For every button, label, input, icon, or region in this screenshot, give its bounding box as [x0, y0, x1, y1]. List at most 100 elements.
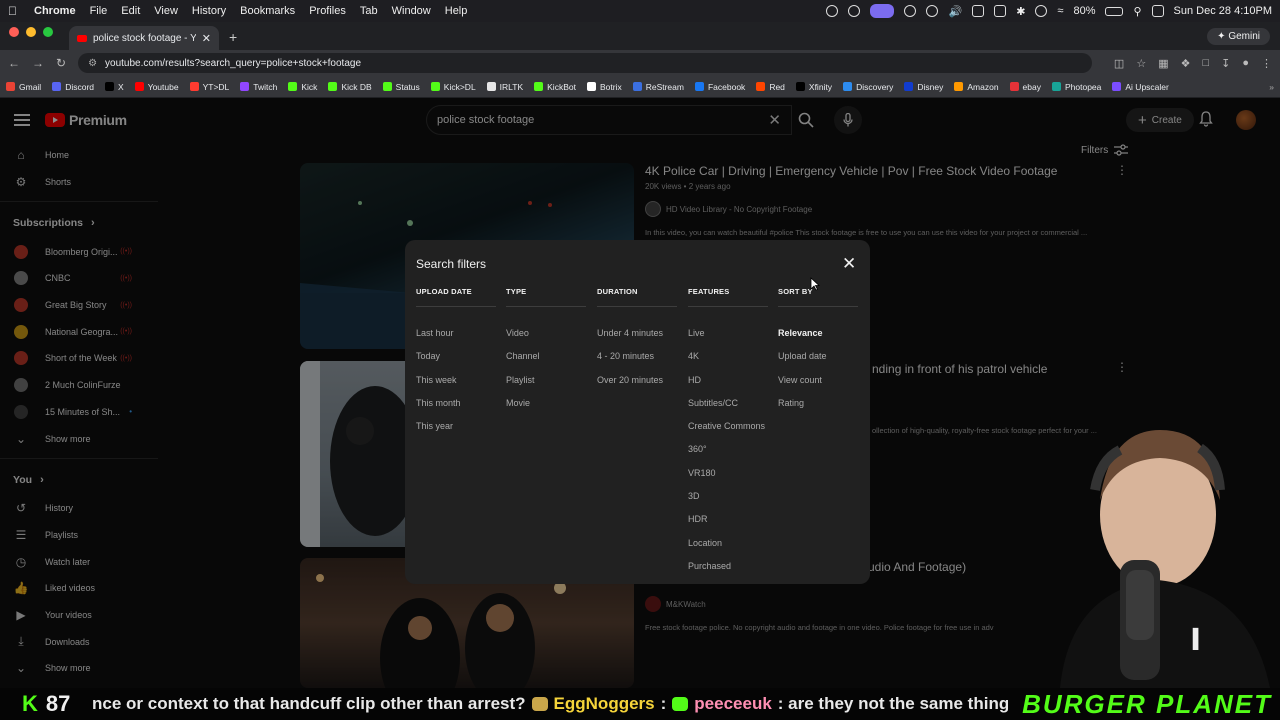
- new-tab-button[interactable]: +: [219, 29, 247, 50]
- menu-view[interactable]: View: [154, 5, 178, 17]
- bookmark-star-icon[interactable]: ☆: [1136, 57, 1146, 70]
- filter-option[interactable]: Live: [688, 322, 768, 345]
- filter-option[interactable]: This year: [416, 415, 496, 438]
- status-icon[interactable]: [1035, 5, 1048, 17]
- bookmark-item[interactable]: Kick: [288, 82, 317, 92]
- filter-option[interactable]: HDR: [688, 508, 768, 531]
- filter-option[interactable]: Location: [688, 532, 768, 555]
- control-center-icon[interactable]: [1151, 5, 1164, 17]
- menu-history[interactable]: History: [192, 5, 226, 17]
- filter-option[interactable]: View count: [778, 369, 858, 392]
- bookmark-item[interactable]: Youtube: [134, 82, 179, 92]
- filter-option[interactable]: HD: [688, 369, 768, 392]
- site-info-icon[interactable]: ⚙: [88, 58, 97, 69]
- menu-profiles[interactable]: Profiles: [309, 5, 346, 17]
- forward-icon[interactable]: →: [32, 56, 44, 70]
- close-tab-icon[interactable]: ✕: [202, 32, 211, 45]
- back-icon[interactable]: ←: [8, 56, 20, 70]
- address-bar[interactable]: ⚙ youtube.com/results?search_query=polic…: [78, 53, 1092, 73]
- bookmark-item[interactable]: Disney: [904, 82, 943, 92]
- filter-option[interactable]: 360°: [688, 438, 768, 461]
- bookmark-item[interactable]: Amazon: [954, 82, 999, 92]
- wifi-icon[interactable]: ≈: [1057, 5, 1063, 17]
- battery-icon[interactable]: [1105, 6, 1124, 16]
- menu-help[interactable]: Help: [445, 5, 468, 17]
- search-icon[interactable]: ⚲: [1133, 5, 1141, 18]
- active-tab[interactable]: police stock footage - YouTube ✕: [69, 26, 219, 50]
- filter-option[interactable]: Rating: [778, 392, 858, 415]
- bookmarks-overflow-icon[interactable]: »: [1269, 82, 1274, 92]
- bluetooth-icon[interactable]: ✱: [1016, 5, 1025, 18]
- bookmark-item[interactable]: Kick DB: [328, 82, 372, 92]
- menu-tab[interactable]: Tab: [360, 5, 378, 17]
- filter-option[interactable]: Upload date: [778, 345, 858, 368]
- bookmark-item[interactable]: Ai Upscaler: [1112, 82, 1169, 92]
- bookmark-favicon-icon: [52, 82, 62, 91]
- close-window-button[interactable]: [9, 26, 19, 37]
- bookmark-item[interactable]: Photopea: [1051, 82, 1101, 92]
- screen-recording-icon[interactable]: [870, 4, 895, 18]
- filter-option[interactable]: Last hour: [416, 322, 496, 345]
- filter-option[interactable]: Channel: [506, 345, 586, 368]
- filter-option[interactable]: Over 20 minutes: [597, 369, 677, 392]
- bookmarks-bar: Gmail Discord X Youtube YT>DL Twitch Kick Kick …: [0, 76, 1280, 98]
- status-icon[interactable]: [848, 5, 861, 17]
- bookmark-item[interactable]: Status: [382, 82, 420, 92]
- menu-window[interactable]: Window: [392, 5, 431, 17]
- filter-option[interactable]: VR180: [688, 462, 768, 485]
- bookmark-item[interactable]: IRLTK: [486, 82, 523, 92]
- filter-option[interactable]: Video: [506, 322, 586, 345]
- clock[interactable]: Sun Dec 28 4:10PM: [1174, 5, 1272, 17]
- chrome-menu-icon[interactable]: ⋮: [1261, 57, 1272, 70]
- bookmark-item[interactable]: Gmail: [6, 82, 41, 92]
- sidepanel-icon[interactable]: □: [1202, 57, 1209, 69]
- maximize-window-button[interactable]: [43, 26, 53, 37]
- filter-option[interactable]: Relevance: [778, 322, 858, 345]
- puzzle-icon[interactable]: ❖: [1181, 57, 1191, 70]
- filter-option[interactable]: This month: [416, 392, 496, 415]
- bookmark-item[interactable]: Discovery: [843, 82, 893, 92]
- extension-icon[interactable]: ▦: [1158, 57, 1168, 70]
- menu-app-name[interactable]: Chrome: [34, 5, 76, 17]
- bookmark-item[interactable]: YT>DL: [189, 82, 229, 92]
- bookmark-item[interactable]: ReStream: [632, 82, 684, 92]
- play-icon[interactable]: [904, 5, 917, 17]
- bookmark-item[interactable]: KickBot: [534, 82, 576, 92]
- volume-icon[interactable]: 🔊: [948, 5, 962, 18]
- display-icon[interactable]: [972, 5, 985, 17]
- gemini-button[interactable]: ✦ Gemini: [1207, 27, 1270, 45]
- filter-option[interactable]: 4 - 20 minutes: [597, 345, 677, 368]
- bookmark-item[interactable]: Twitch: [240, 82, 277, 92]
- apple-icon[interactable]: : [8, 4, 22, 18]
- filter-option[interactable]: Today: [416, 345, 496, 368]
- filter-option[interactable]: Playlist: [506, 369, 586, 392]
- install-icon[interactable]: ◫: [1114, 57, 1124, 70]
- reload-icon[interactable]: ↻: [56, 56, 66, 70]
- bookmark-item[interactable]: Facebook: [694, 82, 745, 92]
- bookmark-item[interactable]: Red: [756, 82, 785, 92]
- status-icon[interactable]: [826, 5, 839, 17]
- filter-option[interactable]: Movie: [506, 392, 586, 415]
- filter-option[interactable]: Under 4 minutes: [597, 322, 677, 345]
- bookmark-item[interactable]: Discord: [52, 82, 94, 92]
- profile-icon[interactable]: ●: [1242, 57, 1249, 69]
- bookmark-item[interactable]: Botrix: [586, 82, 622, 92]
- bookmark-item[interactable]: ebay: [1009, 82, 1041, 92]
- bookmark-item[interactable]: X: [105, 82, 124, 92]
- status-icon[interactable]: [926, 5, 939, 17]
- download-icon[interactable]: ↧: [1221, 57, 1230, 70]
- filter-option[interactable]: 3D: [688, 485, 768, 508]
- close-icon[interactable]: ✕: [842, 254, 856, 274]
- bookmark-item[interactable]: Xfinity: [795, 82, 832, 92]
- filter-option[interactable]: Creative Commons: [688, 415, 768, 438]
- menu-file[interactable]: File: [90, 5, 108, 17]
- display-icon[interactable]: [994, 5, 1007, 17]
- menu-edit[interactable]: Edit: [121, 5, 140, 17]
- filter-option[interactable]: Subtitles/CC: [688, 392, 768, 415]
- filter-option[interactable]: Purchased: [688, 555, 768, 578]
- menu-bookmarks[interactable]: Bookmarks: [240, 5, 295, 17]
- bookmark-item[interactable]: Kick>DL: [430, 82, 476, 92]
- filter-option[interactable]: 4K: [688, 345, 768, 368]
- filter-option[interactable]: This week: [416, 369, 496, 392]
- minimize-window-button[interactable]: [26, 26, 36, 37]
